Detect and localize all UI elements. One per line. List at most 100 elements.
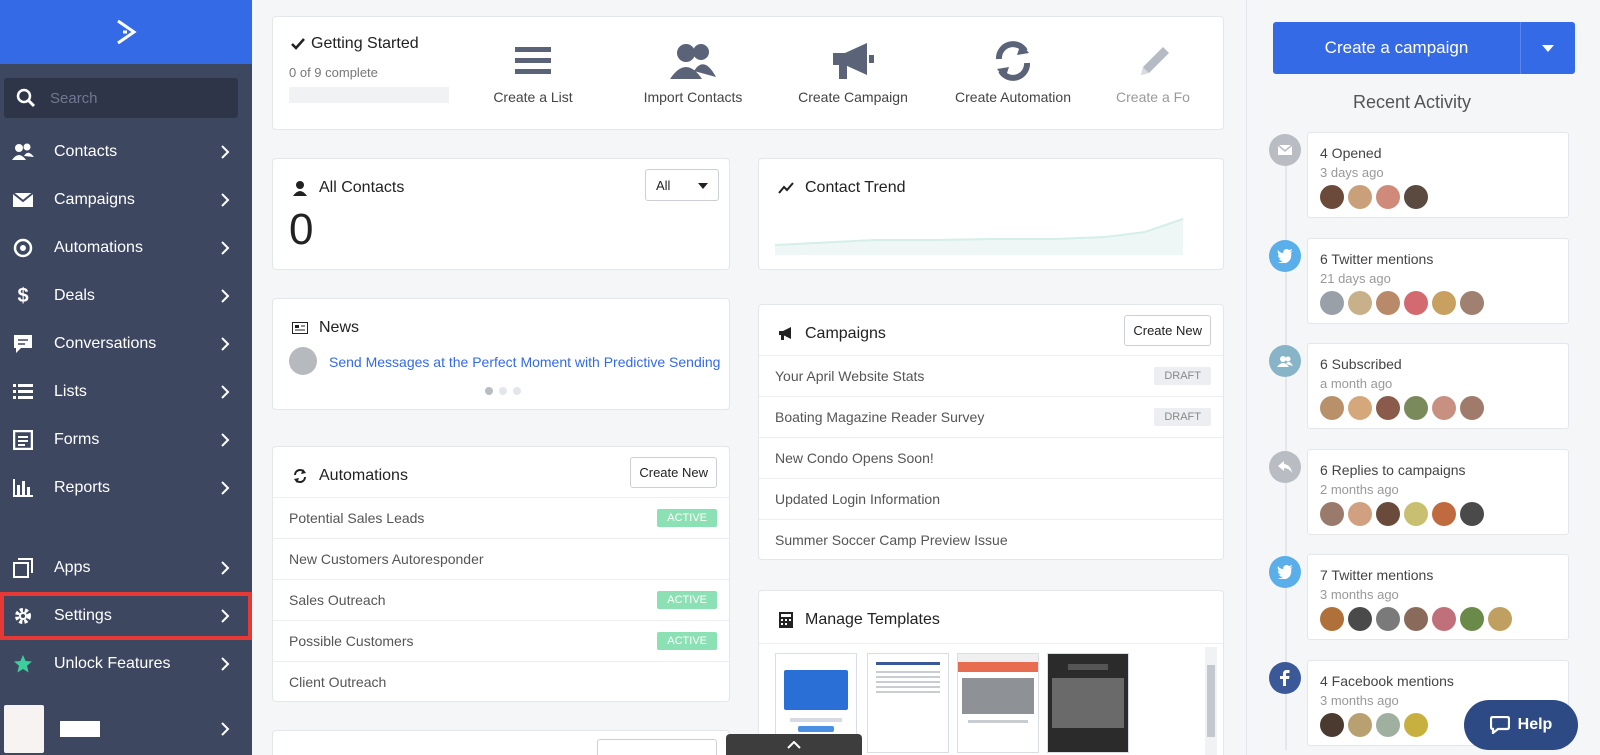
avatar[interactable] [1320, 501, 1344, 526]
create-list-action[interactable]: Create a List [458, 41, 608, 105]
automation-row[interactable]: Sales Outreach ACTIVE [273, 579, 729, 620]
avatar[interactable] [1376, 712, 1400, 737]
chevron-right-icon [221, 433, 230, 447]
status-badge: DRAFT [1154, 367, 1211, 385]
sidebar-item-forms[interactable]: Forms [0, 416, 252, 464]
create-campaign-primary-button[interactable]: Create a campaign [1273, 22, 1521, 74]
logo[interactable] [0, 0, 252, 64]
sidebar-item-campaigns[interactable]: Campaigns [0, 176, 252, 224]
pagination-dot[interactable] [485, 387, 493, 395]
avatar[interactable] [1460, 290, 1484, 315]
sidebar-item-contacts[interactable]: Contacts [0, 128, 252, 176]
avatar[interactable] [1320, 607, 1344, 631]
search-box[interactable] [4, 78, 238, 118]
avatar[interactable] [1320, 712, 1344, 737]
progress-text: 0 of 9 complete [289, 65, 378, 80]
activity-time: 3 days ago [1320, 165, 1384, 180]
template-thumbnail[interactable] [867, 653, 949, 753]
automation-row[interactable]: Possible Customers ACTIVE [273, 620, 729, 661]
user-name-redacted [60, 721, 100, 737]
avatar[interactable] [1460, 607, 1484, 631]
activity-time: a month ago [1320, 376, 1393, 391]
activity-item[interactable]: 6 Replies to campaigns 2 months ago [1307, 448, 1569, 535]
sidebar-item-reports[interactable]: Reports [0, 464, 252, 512]
sidebar-item-automations[interactable]: Automations [0, 224, 252, 272]
create-campaign-dropdown-button[interactable] [1521, 22, 1575, 74]
avatar[interactable] [1404, 185, 1428, 209]
avatar[interactable] [1348, 290, 1372, 315]
campaign-row[interactable]: Summer Soccer Camp Preview Issue [759, 519, 1223, 560]
avatar[interactable] [1404, 290, 1428, 315]
create-automation-button[interactable]: Create New [630, 457, 717, 488]
avatar-group [1320, 501, 1484, 526]
news-headline-link[interactable]: Send Messages at the Perfect Moment with… [329, 354, 720, 370]
avatar[interactable] [1432, 607, 1456, 631]
avatar[interactable] [1376, 290, 1400, 315]
avatar[interactable] [1460, 396, 1484, 420]
avatar[interactable] [1320, 290, 1344, 315]
create-campaign-action[interactable]: Create Campaign [778, 41, 928, 105]
refresh-icon [996, 41, 1030, 81]
avatar[interactable] [1376, 607, 1400, 631]
avatar[interactable] [1432, 501, 1456, 526]
collapse-toggle[interactable] [726, 734, 862, 755]
template-thumbnail[interactable] [957, 653, 1039, 753]
automation-row[interactable]: Potential Sales Leads ACTIVE [273, 497, 729, 538]
search-input[interactable] [50, 89, 220, 107]
avatar[interactable] [1348, 396, 1372, 420]
automation-row[interactable]: New Customers Autoresponder [273, 538, 729, 579]
user-menu[interactable] [0, 703, 252, 755]
template-thumbnail[interactable] [1047, 653, 1129, 753]
avatar[interactable] [1376, 396, 1400, 420]
automation-row[interactable]: Client Outreach [273, 661, 729, 702]
sidebar-item-deals[interactable]: $ Deals [0, 272, 252, 320]
sidebar-item-conversations[interactable]: Conversations [0, 320, 252, 368]
avatar[interactable] [1348, 501, 1372, 526]
sidebar-item-unlock-features[interactable]: Unlock Features [0, 640, 252, 688]
avatar[interactable] [1320, 396, 1344, 420]
avatar[interactable] [1376, 501, 1400, 526]
pagination-dot[interactable] [513, 387, 521, 395]
import-contacts-action[interactable]: Import Contacts [618, 41, 768, 105]
campaign-row[interactable]: Updated Login Information [759, 478, 1223, 519]
avatar[interactable] [1348, 607, 1372, 631]
avatar[interactable] [1460, 501, 1484, 526]
sidebar-item-settings[interactable]: Settings [0, 592, 252, 640]
avatar[interactable] [1404, 712, 1428, 737]
avatar[interactable] [1376, 185, 1400, 209]
sidebar-item-lists[interactable]: Lists [0, 368, 252, 416]
avatar[interactable] [1404, 396, 1428, 420]
create-form-action[interactable]: Create a Fo [1098, 41, 1208, 105]
avatar[interactable] [1432, 396, 1456, 420]
sidebar-item-label: Apps [54, 559, 91, 576]
avatar[interactable] [1404, 501, 1428, 526]
pagination-dot[interactable] [499, 387, 507, 395]
avatar[interactable] [1432, 290, 1456, 315]
avatar[interactable] [1348, 712, 1372, 737]
activity-item[interactable]: 6 Twitter mentions 21 days ago [1307, 237, 1569, 324]
activity-title: 6 Subscribed [1320, 356, 1402, 372]
avatar[interactable] [1320, 185, 1344, 209]
activity-item[interactable]: 4 Opened 3 days ago [1307, 132, 1569, 218]
help-button[interactable]: Help [1464, 700, 1578, 750]
campaigns-header: Campaigns [777, 325, 886, 343]
create-automation-action[interactable]: Create Automation [938, 41, 1088, 105]
form-icon [12, 429, 34, 451]
campaign-row[interactable]: Boating Magazine Reader Survey DRAFT [759, 396, 1223, 437]
chevron-right-icon [221, 561, 230, 575]
avatar[interactable] [1348, 185, 1372, 209]
activity-item[interactable]: 7 Twitter mentions 3 months ago [1307, 554, 1569, 640]
chevron-right-icon [221, 481, 230, 495]
create-campaign-button[interactable]: Create New [1124, 315, 1211, 346]
sidebar-item-label: Reports [54, 479, 111, 496]
next-card-button[interactable] [597, 739, 717, 755]
campaign-row[interactable]: New Condo Opens Soon! [759, 437, 1223, 478]
activity-time: 3 months ago [1320, 692, 1399, 708]
sidebar-item-apps[interactable]: Apps [0, 544, 252, 592]
avatar[interactable] [1488, 607, 1512, 631]
avatar[interactable] [1404, 607, 1428, 631]
activity-item[interactable]: 6 Subscribed a month ago [1307, 343, 1569, 429]
campaign-row[interactable]: Your April Website Stats DRAFT [759, 355, 1223, 396]
templates-scrollbar[interactable] [1205, 647, 1217, 755]
contacts-filter-select[interactable]: All [645, 169, 719, 201]
